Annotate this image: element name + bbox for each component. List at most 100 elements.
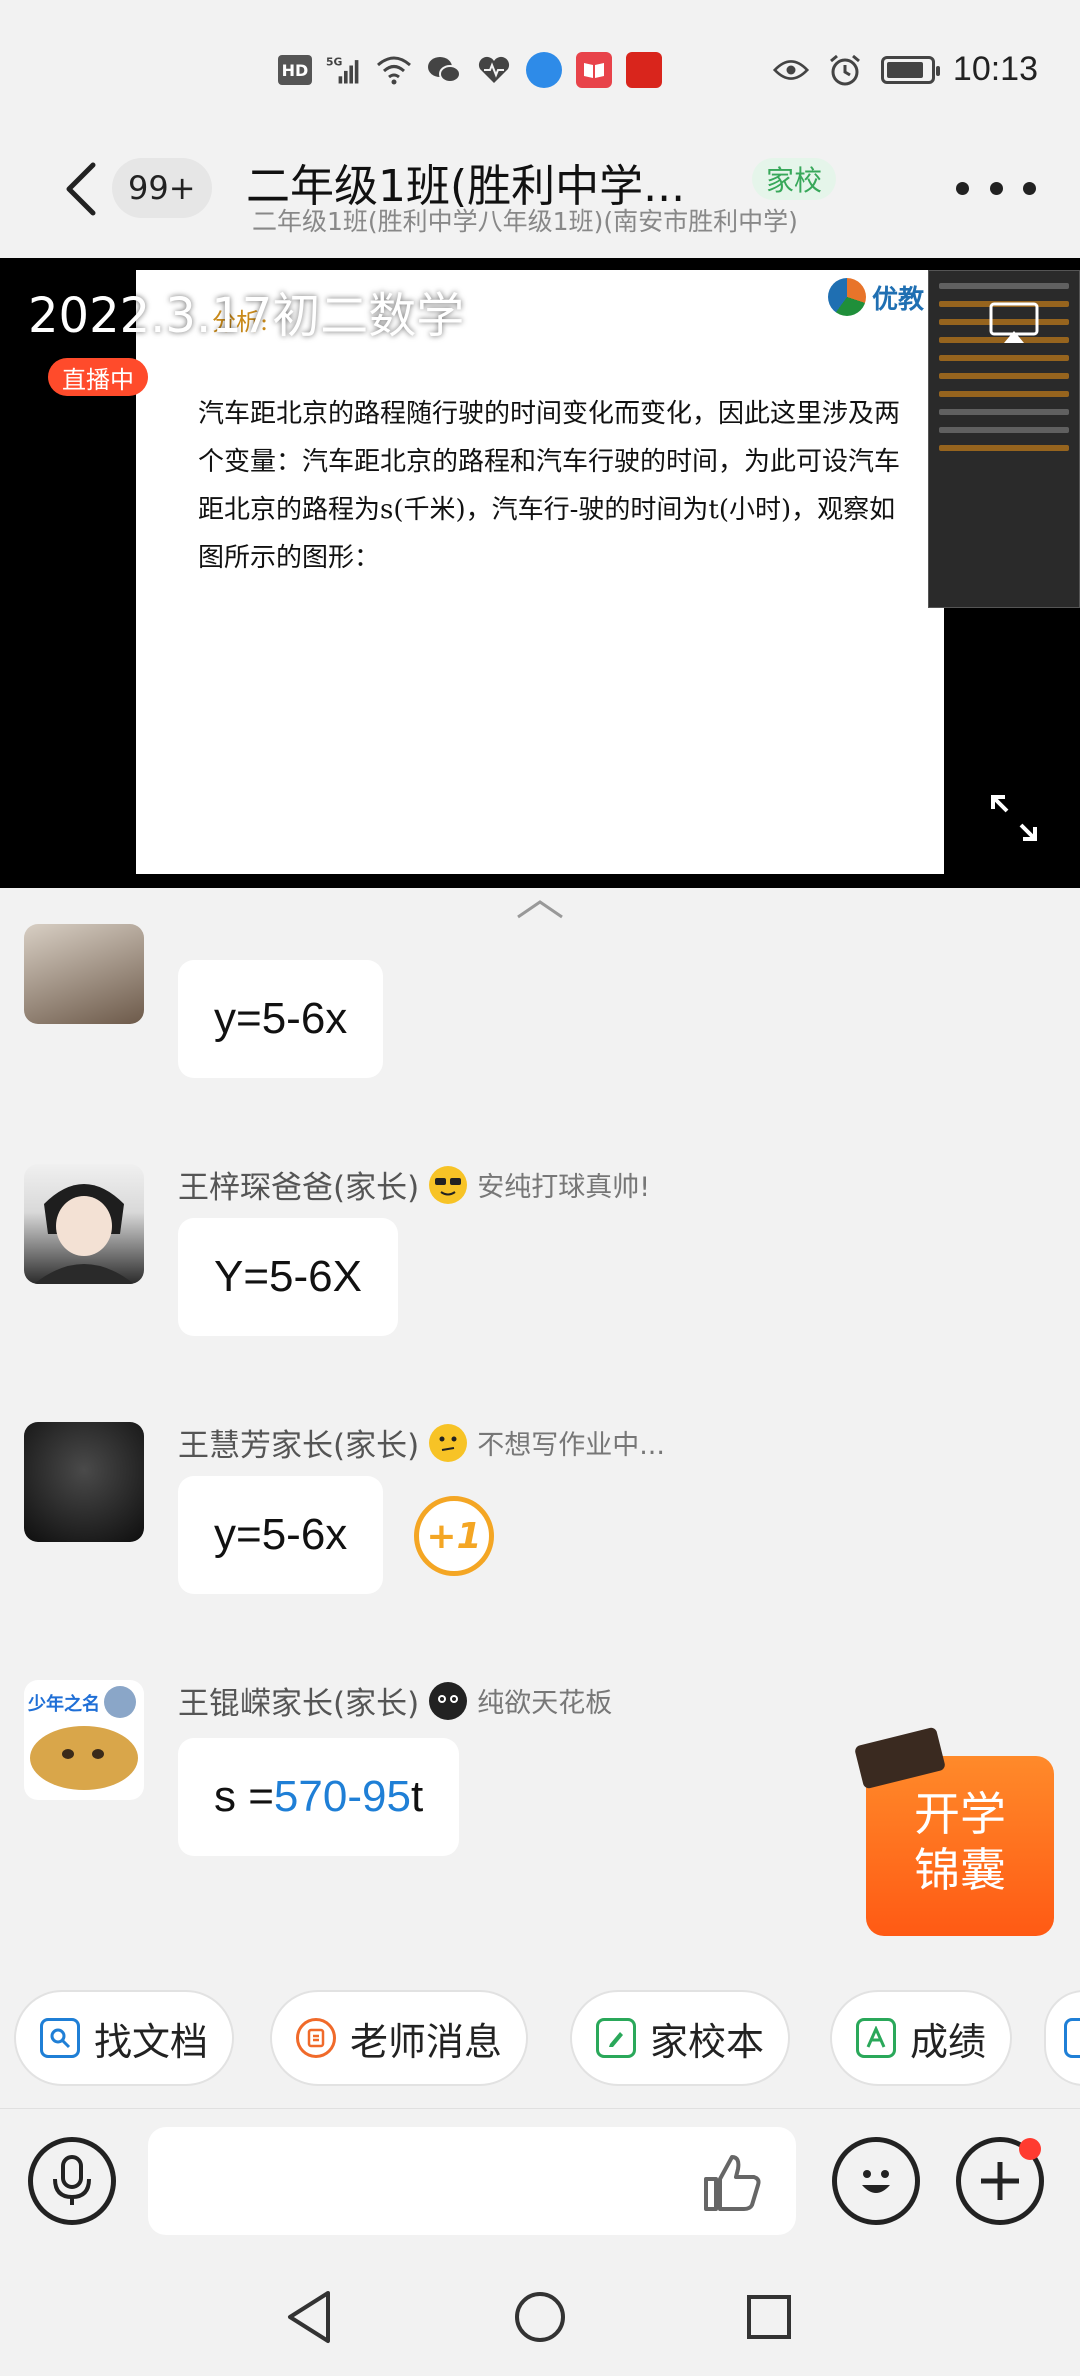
emoji-button[interactable] <box>832 2137 920 2225</box>
avatar[interactable]: 少年之名 <box>24 1680 144 1800</box>
formula-prefix: s = <box>214 1772 274 1821</box>
status-icons-left: HD 5G <box>278 52 662 88</box>
message-bubble[interactable]: s = 570-95 t <box>178 1738 460 1856</box>
alarm-icon <box>827 52 863 88</box>
sender-name[interactable]: 王慧芳家长(家长) <box>178 1420 419 1465</box>
quick-action-label: 找文档 <box>94 2019 209 2064</box>
clock-time: 10:13 <box>952 50 1038 88</box>
message-input-bar <box>0 2108 1080 2258</box>
cool-emoji-icon <box>429 1165 468 1204</box>
document-search-icon <box>40 2018 80 2058</box>
browser-app-icon <box>526 52 562 88</box>
circle-home-icon <box>515 2292 565 2342</box>
thinking-emoji-icon <box>429 1423 468 1462</box>
screen-cast-button[interactable] <box>984 298 1044 348</box>
sender-signature: 安纯打球真帅! <box>477 1172 651 1203</box>
like-button[interactable] <box>696 2147 768 2219</box>
message-bubble[interactable]: y=5-6x <box>178 960 384 1078</box>
quick-action-label: 家校本 <box>650 2019 765 2064</box>
collapse-video-button[interactable] <box>510 894 570 924</box>
notebook-edit-icon <box>596 2018 636 2058</box>
eye-comfort-icon <box>772 52 809 88</box>
more-dot-icon <box>956 181 969 195</box>
more-input-options-button[interactable] <box>956 2137 1044 2225</box>
voice-input-button[interactable] <box>28 2137 116 2225</box>
avatar[interactable] <box>24 1422 144 1542</box>
back-arrow-icon <box>66 162 96 216</box>
lecture-slide: 分析: 优教 汽车距北京的路程随行驶的时间变化而变化，因此这里涉及两个变量：汽车… <box>136 270 944 874</box>
sender-signature: 不想写作业中... <box>477 1430 665 1461</box>
fullscreen-button[interactable] <box>984 788 1044 848</box>
nav-home-button[interactable] <box>507 2284 573 2350</box>
group-subtitle: 二年级1班(胜利中学八年级1班)(南安市胜利中学) <box>252 207 798 236</box>
message-bubble[interactable]: Y=5-6X <box>178 1218 398 1336</box>
battery-icon <box>880 55 940 84</box>
battery-level <box>886 61 923 78</box>
more-dot-icon <box>1023 181 1036 195</box>
avatar[interactable] <box>24 924 144 1024</box>
group-type-tag: 家校 <box>752 158 837 200</box>
graduation-cap-icon <box>853 1726 947 1790</box>
screen-cast-icon <box>989 302 1039 343</box>
live-stream-title: 2022.3.17初二数学 <box>28 288 465 344</box>
notification-dot <box>1019 2138 1041 2160</box>
signal-5g-icon: 5G <box>326 52 362 88</box>
more-dot-icon <box>989 181 1003 195</box>
promo-line-1: 开学 <box>914 1787 1006 1841</box>
live-video-player[interactable]: 分析: 优教 汽车距北京的路程随行驶的时间变化而变化，因此这里涉及两个变量：汽车… <box>0 258 1080 888</box>
slide-logo-text: 优教 <box>871 284 924 315</box>
sender-line: 王梓琛爸爸(家长) 安纯打球真帅! <box>178 1162 650 1207</box>
find-document-button[interactable]: 找文档 <box>14 1990 235 2086</box>
message-bubble[interactable]: y=5-6x <box>178 1476 384 1594</box>
thumbs-up-icon <box>704 2155 761 2211</box>
more-quick-action[interactable] <box>1044 1990 1080 2086</box>
system-nav-bar <box>0 2258 1080 2376</box>
teacher-icon <box>296 2018 336 2058</box>
devil-emoji-icon <box>429 1681 468 1720</box>
grades-button[interactable]: 成绩 <box>830 1990 1013 2086</box>
sender-name[interactable]: 王锟嵘家长(家长) <box>178 1678 419 1723</box>
more-options-button[interactable] <box>956 168 1036 208</box>
promo-line-2: 锦囊 <box>914 1843 1006 1897</box>
study-app-icon <box>626 52 662 88</box>
wifi-icon <box>376 52 412 88</box>
plus-icon <box>981 2162 1019 2200</box>
back-to-school-promo[interactable]: 开学 锦囊 <box>853 1726 1054 1936</box>
unread-count-badge[interactable]: 99+ <box>112 158 212 218</box>
chat-header: 99+ 二年级1班(胜利中学... 家校 二年级1班(胜利中学八年级1班)(南安… <box>0 150 1080 258</box>
formula-link[interactable]: 570-95 <box>274 1772 411 1822</box>
avatar[interactable] <box>24 1164 144 1284</box>
quick-action-label: 成绩 <box>910 2019 987 2064</box>
slide-logo: 优教 <box>827 278 924 316</box>
youjiao-logo-icon <box>827 278 866 316</box>
microphone-icon <box>53 2155 91 2205</box>
grade-a-icon <box>856 2018 896 2058</box>
back-button[interactable] <box>50 154 110 224</box>
chevron-up-icon <box>517 900 563 919</box>
plus-one-button[interactable]: +1 <box>414 1496 494 1576</box>
quick-action-label: 老师消息 <box>350 2019 503 2064</box>
formula-suffix: t <box>410 1772 424 1821</box>
fullscreen-icon <box>991 795 1037 841</box>
sender-name[interactable]: 王梓琛爸爸(家长) <box>178 1162 419 1207</box>
partial-action-icon <box>1064 2018 1080 2058</box>
hd-icon: HD <box>278 55 312 85</box>
homework-book-button[interactable]: 家校本 <box>570 1990 791 2086</box>
sender-line: 王慧芳家长(家长) 不想写作业中... <box>178 1420 665 1465</box>
status-icons-right: 10:13 <box>772 50 1038 89</box>
nav-recents-button[interactable] <box>736 2284 802 2350</box>
smiley-icon <box>862 2170 890 2193</box>
wechat-icon <box>426 52 462 88</box>
network-label: 5G <box>326 56 343 69</box>
avatar-caption: 少年之名 <box>27 1693 100 1715</box>
live-status-badge: 直播中 <box>48 358 148 396</box>
sender-line: 王锟嵘家长(家长) 纯欲天花板 <box>178 1678 612 1723</box>
square-recents-icon <box>747 2295 791 2339</box>
reader-app-icon <box>576 52 612 88</box>
sender-signature: 纯欲天花板 <box>477 1688 613 1719</box>
teacher-messages-button[interactable]: 老师消息 <box>270 1990 529 2086</box>
nav-back-button[interactable] <box>276 2284 342 2350</box>
health-icon <box>476 52 512 88</box>
quick-actions-bar: 找文档 老师消息 家校本 成绩 <box>0 1990 1080 2086</box>
status-bar: HD 5G 10:13 <box>0 0 1080 150</box>
